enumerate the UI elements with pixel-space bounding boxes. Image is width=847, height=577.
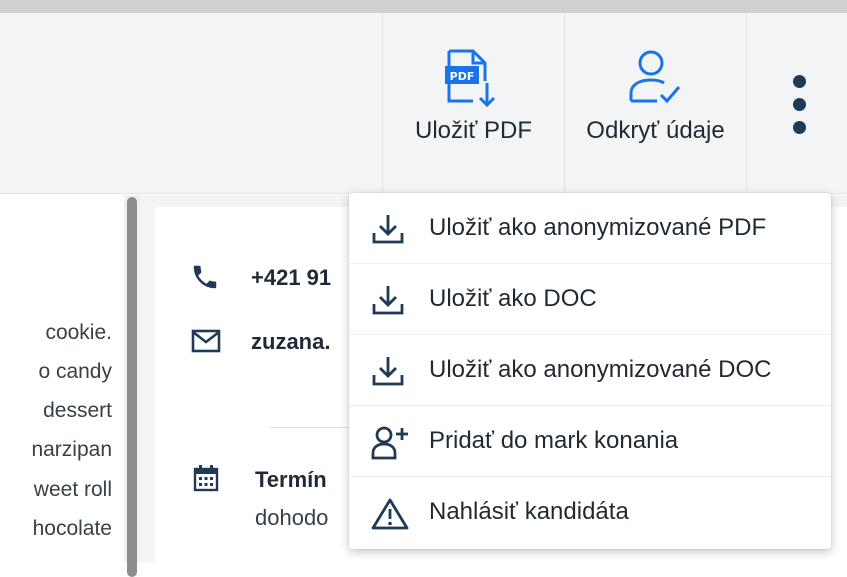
add-user-icon <box>371 426 408 460</box>
text-line: narzipan <box>31 438 112 461</box>
download-icon <box>372 357 404 386</box>
download-icon <box>372 215 404 244</box>
email-address: zuzana. <box>251 329 331 354</box>
more-options-button[interactable] <box>746 13 847 194</box>
save-pdf-label: Uložiť PDF <box>414 117 532 144</box>
text-line: cookie. <box>45 321 112 344</box>
term-label: Termín <box>255 467 327 492</box>
reveal-data-button[interactable]: Odkryť údaje <box>564 13 746 194</box>
user-check-icon <box>629 50 681 104</box>
text-line: dessert <box>43 399 112 422</box>
vertical-scrollbar[interactable] <box>124 195 140 577</box>
text-line: o candy <box>38 360 112 383</box>
calendar-icon <box>193 465 219 492</box>
scrollbar-thumb[interactable] <box>127 197 137 577</box>
menu-item-label: Uložiť ako anonymizované DOC <box>429 356 772 383</box>
pdf-download-icon: PDF <box>445 49 496 108</box>
text-line: hocolate <box>32 517 112 540</box>
svg-text:PDF: PDF <box>450 70 475 83</box>
menu-item-label: Nahlásiť kandidáta <box>429 498 629 525</box>
menu-item-save-doc[interactable]: Uložiť ako DOC <box>349 264 831 335</box>
term-value: dohodo <box>255 505 329 530</box>
phone-number: +421 91 <box>251 265 332 290</box>
save-pdf-button[interactable]: PDF Uložiť PDF <box>382 13 564 194</box>
menu-item-save-anonymized-pdf[interactable]: Uložiť ako anonymizované PDF <box>349 193 831 264</box>
menu-item-label: Pridať do mark konania <box>429 427 679 454</box>
more-options-menu: Uložiť ako anonymizované PDF Uložiť ako … <box>349 193 831 549</box>
menu-item-label: Uložiť ako anonymizované PDF <box>429 214 767 241</box>
mail-icon <box>191 329 221 353</box>
menu-item-save-anonymized-doc[interactable]: Uložiť ako anonymizované DOC <box>349 335 831 406</box>
download-icon <box>372 286 404 315</box>
phone-icon <box>193 265 217 289</box>
text-line: weet roll <box>33 478 112 501</box>
menu-item-label: Uložiť ako DOC <box>429 285 597 312</box>
reveal-data-label: Odkryť údaje <box>586 117 725 144</box>
description-text-panel: cookie. o candy dessert narzipan weet ro… <box>0 195 124 562</box>
toolbar: PDF Uložiť PDF Odkryť údaje <box>0 13 847 194</box>
menu-item-add-to-selection[interactable]: Pridať do mark konania <box>349 406 831 477</box>
warning-icon <box>371 498 409 530</box>
menu-item-report-candidate[interactable]: Nahlásiť kandidáta <box>349 477 831 548</box>
window-top-strip <box>0 0 847 13</box>
